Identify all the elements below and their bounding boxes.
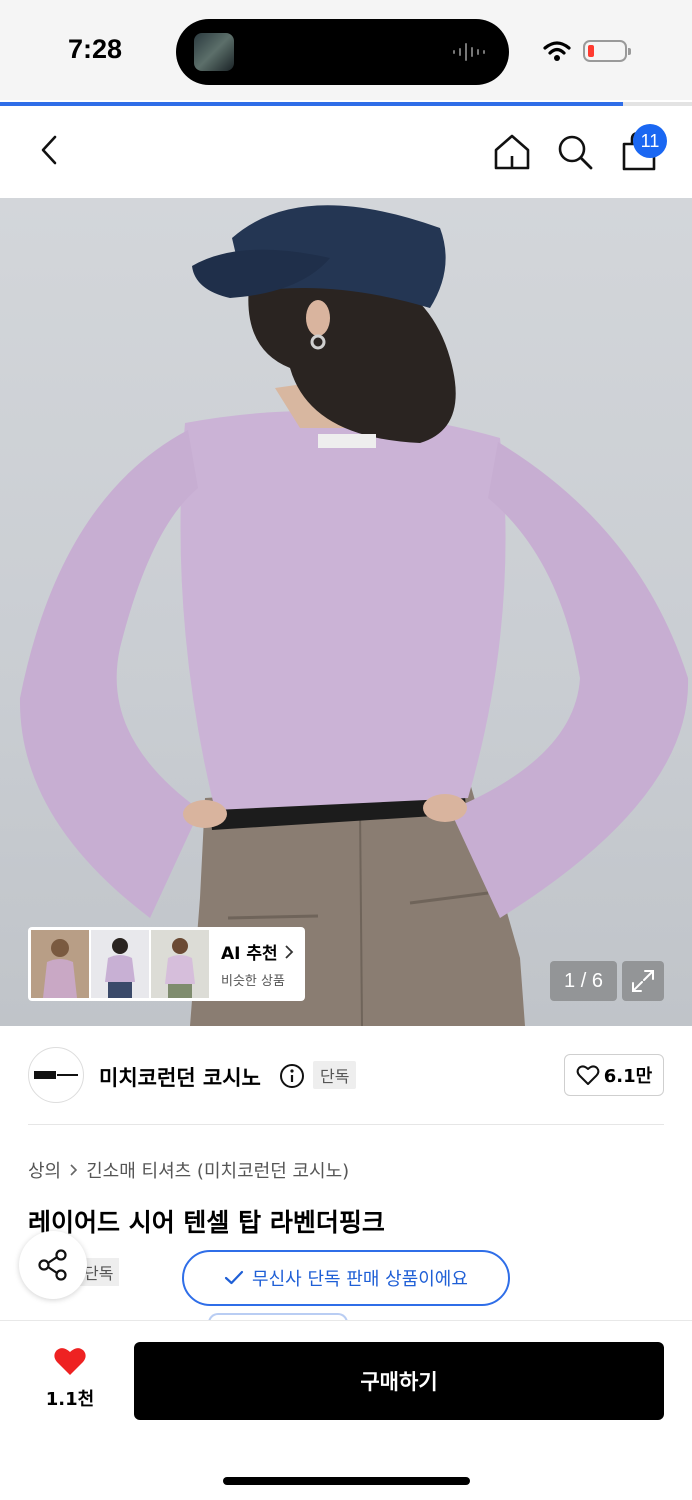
- heart-filled-icon: [54, 1348, 86, 1375]
- ai-recommendation-card[interactable]: AI 추천 비슷한 상품: [28, 927, 305, 1001]
- brand-like-count: 6.1만: [603, 1066, 653, 1087]
- brand-row: 미치코런던 코시노 단독 6.1만: [0, 1026, 692, 1126]
- recommended-product-thumbnail[interactable]: [91, 930, 149, 998]
- expand-image-button[interactable]: [622, 961, 664, 1001]
- ai-recommendation-title: AI 추천: [221, 939, 294, 964]
- divider: [28, 1124, 664, 1125]
- wifi-icon: [543, 41, 571, 61]
- bottom-purchase-bar: 1.1천 구매하기: [0, 1320, 692, 1500]
- dynamic-island[interactable]: [176, 19, 509, 85]
- cart-count-badge: 11: [633, 124, 667, 158]
- product-image-gallery[interactable]: AI 추천 비슷한 상품 1 / 6: [0, 198, 692, 1026]
- breadcrumb-category[interactable]: 상의: [28, 1157, 61, 1183]
- breadcrumb-subcategory[interactable]: 긴소매 티셔츠 (미치코런던 코시노): [86, 1157, 349, 1183]
- top-navigation: [0, 106, 692, 198]
- exclusive-badge: 단독: [313, 1061, 357, 1089]
- recommended-product-thumbnail[interactable]: [151, 930, 209, 998]
- status-time: 7:28: [68, 34, 123, 64]
- wishlist-button[interactable]: 1.1천: [30, 1345, 110, 1415]
- brand-logo[interactable]: [28, 1047, 84, 1103]
- wishlist-count: 1.1천: [45, 1389, 95, 1410]
- back-icon[interactable]: [36, 132, 64, 168]
- ai-recommendation-subtitle: 비슷한 상품: [221, 974, 285, 989]
- brand-logo-mark: [34, 1071, 78, 1079]
- search-icon[interactable]: [555, 132, 595, 172]
- now-playing-thumbnail: [194, 33, 234, 71]
- recommended-product-thumbnail[interactable]: [31, 930, 89, 998]
- battery-level: [588, 45, 594, 57]
- brand-name[interactable]: 미치코런던 코시노: [99, 1062, 261, 1092]
- home-indicator: [223, 1477, 470, 1485]
- home-icon[interactable]: [492, 132, 532, 172]
- status-bar: 7:28: [0, 0, 692, 100]
- heart-outline-icon: [576, 1065, 600, 1085]
- info-icon[interactable]: [279, 1063, 305, 1089]
- brand-like-button[interactable]: 6.1만: [564, 1054, 664, 1096]
- share-icon: [38, 1249, 67, 1281]
- share-button[interactable]: [19, 1231, 87, 1299]
- expand-icon: [632, 970, 654, 992]
- product-title: 레이어드 시어 텐셀 탑 라벤더핑크: [28, 1208, 385, 1237]
- battery-icon: [583, 40, 631, 62]
- chevron-right-icon: [70, 1164, 78, 1176]
- buy-button[interactable]: 구매하기: [134, 1342, 664, 1420]
- breadcrumb: 상의 긴소매 티셔츠 (미치코런던 코시노): [28, 1157, 349, 1183]
- chevron-right-icon: [285, 944, 293, 959]
- image-page-counter: 1 / 6: [550, 961, 617, 1001]
- audio-wave-icon: [453, 43, 485, 61]
- product-photo: [19, 205, 689, 1026]
- exclusive-notice-toast[interactable]: 무신사 단독 판매 상품이에요: [182, 1250, 510, 1306]
- exclusive-notice-text: 무신사 단독 판매 상품이에요: [252, 1269, 468, 1290]
- check-icon: [224, 1270, 244, 1285]
